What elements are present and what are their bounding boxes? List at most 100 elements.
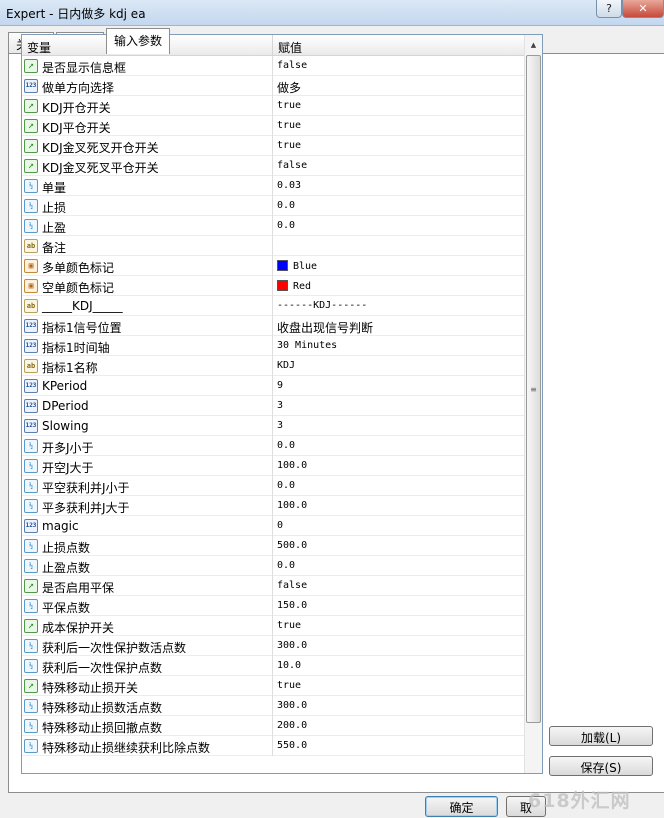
parameter-value[interactable]: 0 [273, 516, 524, 536]
parameter-value[interactable]: true [273, 616, 524, 636]
parameter-value-text: 550.0 [277, 740, 308, 751]
parameter-value[interactable]: true [273, 116, 524, 136]
table-row[interactable]: ↗ KDJ开仓开关 true [22, 96, 524, 116]
table-row[interactable]: 123 DPeriod 3 [22, 396, 524, 416]
table-row[interactable]: 123 KPeriod 9 [22, 376, 524, 396]
table-row[interactable]: ab 指标1名称 KDJ [22, 356, 524, 376]
table-row[interactable]: ½ 平空获利并J小于 0.0 [22, 476, 524, 496]
table-row[interactable]: ½ 获利后一次性保护数活点数 300.0 [22, 636, 524, 656]
table-row[interactable]: ▣ 多单颜色标记 Blue [22, 256, 524, 276]
parameter-value[interactable]: 150.0 [273, 596, 524, 616]
parameter-value[interactable]: 100.0 [273, 496, 524, 516]
parameter-value[interactable]: 3 [273, 416, 524, 436]
parameter-name-text: 止损 [42, 201, 67, 215]
parameter-value[interactable]: ------KDJ------ [273, 296, 524, 316]
parameter-value[interactable] [273, 236, 524, 256]
parameter-value[interactable]: false [273, 576, 524, 596]
table-row[interactable]: ½ 止损 0.0 [22, 196, 524, 216]
parameter-name: ½ 特殊移动止损继续获利比除点数 [22, 736, 273, 756]
table-row[interactable]: ½ 特殊移动止损继续获利比除点数 550.0 [22, 736, 524, 756]
parameter-value[interactable]: 0.0 [273, 216, 524, 236]
parameter-value[interactable]: 300.0 [273, 696, 524, 716]
table-row[interactable]: ½ 平保点数 150.0 [22, 596, 524, 616]
table-row[interactable]: ½ 特殊移动止损回撤点数 200.0 [22, 716, 524, 736]
parameter-value[interactable]: 0.0 [273, 476, 524, 496]
parameter-value[interactable]: 0.0 [273, 196, 524, 216]
parameter-name-text: 平保点数 [42, 601, 91, 615]
parameter-name: 123 Slowing [22, 416, 273, 436]
parameter-value[interactable]: Blue [273, 256, 524, 276]
table-row[interactable]: ½ 单量 0.03 [22, 176, 524, 196]
table-row[interactable]: ↗ KDJ平仓开关 true [22, 116, 524, 136]
table-row[interactable]: ½ 止盈点数 0.0 [22, 556, 524, 576]
table-row[interactable]: ½ 开多J小于 0.0 [22, 436, 524, 456]
table-row[interactable]: ▣ 空单颜色标记 Red [22, 276, 524, 296]
parameter-value[interactable]: 550.0 [273, 736, 524, 756]
table-row[interactable]: ½ 止损点数 500.0 [22, 536, 524, 556]
table-row[interactable]: 123 magic 0 [22, 516, 524, 536]
table-row[interactable]: ½ 开空J大于 100.0 [22, 456, 524, 476]
parameter-value[interactable]: 100.0 [273, 456, 524, 476]
table-row[interactable]: 123 指标1信号位置 收盘出现信号判断 [22, 316, 524, 336]
close-button[interactable]: ✕ [622, 0, 664, 18]
parameter-value[interactable]: 300.0 [273, 636, 524, 656]
int-icon: 123 [24, 79, 38, 93]
parameter-value[interactable]: 30 Minutes [273, 336, 524, 356]
table-row[interactable]: ↗ 是否显示信息框 false [22, 56, 524, 76]
column-header-value[interactable]: 赋值 [273, 35, 524, 56]
table-row[interactable]: ½ 平多获利并J大于 100.0 [22, 496, 524, 516]
parameter-value[interactable]: 9 [273, 376, 524, 396]
parameter-value[interactable]: true [273, 136, 524, 156]
parameter-value[interactable]: 3 [273, 396, 524, 416]
help-button[interactable]: ? [596, 0, 622, 18]
table-row[interactable]: ↗ KDJ金叉死叉开仓开关 true [22, 136, 524, 156]
parameter-value-text: 0.03 [277, 180, 302, 191]
table-row[interactable]: ½ 止盈 0.0 [22, 216, 524, 236]
parameter-value-text: true [277, 680, 302, 691]
parameter-value[interactable]: Red [273, 276, 524, 296]
scrollbar-thumb[interactable]: ≡ [526, 55, 541, 723]
table-row[interactable]: 123 指标1时间轴 30 Minutes [22, 336, 524, 356]
parameter-name-text: 单量 [42, 181, 67, 195]
save-button[interactable]: 保存(S) [549, 756, 653, 776]
table-row[interactable]: ↗ KDJ金叉死叉平仓开关 false [22, 156, 524, 176]
double-icon: ½ [24, 459, 38, 473]
parameter-value[interactable]: false [273, 156, 524, 176]
table-row[interactable]: 123 Slowing 3 [22, 416, 524, 436]
bool-icon: ↗ [24, 99, 38, 113]
table-row[interactable]: ab _____KDJ_____ ------KDJ------ [22, 296, 524, 316]
parameter-value[interactable]: false [273, 56, 524, 76]
parameter-value[interactable]: KDJ [273, 356, 524, 376]
parameter-value[interactable]: true [273, 676, 524, 696]
parameter-value[interactable]: 收盘出现信号判断 [273, 316, 524, 336]
parameter-name: ½ 单量 [22, 176, 273, 196]
color-swatch [277, 280, 288, 291]
parameter-value[interactable]: 500.0 [273, 536, 524, 556]
parameter-name-text: KDJ平仓开关 [42, 121, 111, 135]
parameter-value[interactable]: 做多 [273, 76, 524, 96]
parameter-value[interactable]: 0.03 [273, 176, 524, 196]
parameter-value[interactable]: true [273, 96, 524, 116]
parameter-value[interactable]: 0.0 [273, 556, 524, 576]
parameter-name-text: 获利后一次性保护点数 [42, 661, 163, 675]
parameter-name: ½ 止损 [22, 196, 273, 216]
parameter-name-text: 做单方向选择 [42, 81, 115, 95]
table-row[interactable]: ½ 特殊移动止损数活点数 300.0 [22, 696, 524, 716]
parameter-name-text: 特殊移动止损回撤点数 [42, 721, 163, 735]
table-row[interactable]: ½ 获利后一次性保护点数 10.0 [22, 656, 524, 676]
tab-inputs[interactable]: 输入参数 [106, 28, 170, 54]
ok-button[interactable]: 确定 [425, 796, 498, 817]
load-button[interactable]: 加载(L) [549, 726, 653, 746]
vertical-scrollbar[interactable]: ▲ ≡ [524, 35, 542, 773]
table-row[interactable]: ab 备注 [22, 236, 524, 256]
parameter-value[interactable]: 0.0 [273, 436, 524, 456]
parameter-value[interactable]: 10.0 [273, 656, 524, 676]
color-icon: ▣ [24, 279, 38, 293]
table-row[interactable]: ↗ 成本保护开关 true [22, 616, 524, 636]
scroll-up-arrow-icon[interactable]: ▲ [525, 36, 542, 53]
parameter-value-text: 收盘出现信号判断 [277, 321, 374, 335]
table-row[interactable]: 123 做单方向选择 做多 [22, 76, 524, 96]
table-row[interactable]: ↗ 特殊移动止损开关 true [22, 676, 524, 696]
table-row[interactable]: ↗ 是否启用平保 false [22, 576, 524, 596]
parameter-value[interactable]: 200.0 [273, 716, 524, 736]
